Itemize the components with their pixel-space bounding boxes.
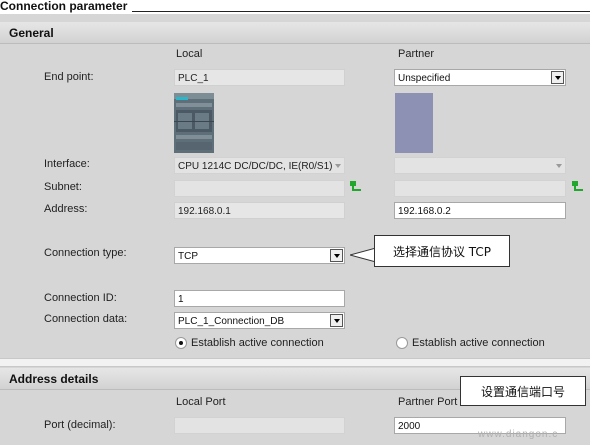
chevron-down-icon[interactable] (330, 249, 343, 262)
chevron-down-icon (556, 164, 562, 168)
column-header-partner: Partner (398, 48, 435, 60)
watermark-text: www.diangon.c (478, 429, 559, 440)
port-local-field (174, 417, 345, 434)
subnet-label: Subnet: (44, 181, 82, 193)
interface-local-dropdown[interactable]: CPU 1214C DC/DC/DC, IE(R0/S1) (174, 157, 345, 174)
end-point-local-field: PLC_1 (174, 69, 345, 86)
address-local-field: 192.168.0.1 (174, 202, 345, 219)
end-point-partner-dropdown[interactable]: Unspecified (394, 69, 566, 86)
end-point-label: End point: (44, 71, 94, 83)
column-header-local: Local (176, 48, 203, 60)
chevron-down-icon (335, 164, 341, 168)
active-connection-partner-label: Establish active connection (412, 337, 545, 349)
interface-label: Interface: (44, 158, 90, 170)
title-underline (132, 11, 590, 12)
interface-local-value: CPU 1214C DC/DC/DC, IE(R0/S1) (178, 161, 333, 172)
callout-pointer (348, 247, 377, 265)
address-partner-input[interactable]: 192.168.0.2 (394, 202, 566, 219)
port-label: Port (decimal): (44, 419, 116, 431)
connection-data-label: Connection data: (44, 313, 128, 325)
column-header-local-port: Local Port (176, 396, 226, 408)
section-divider (0, 358, 590, 367)
network-connect-icon[interactable] (572, 181, 586, 196)
connection-id-input[interactable]: 1 (174, 290, 345, 307)
active-connection-local-radio[interactable] (175, 337, 187, 349)
connection-data-dropdown[interactable]: PLC_1_Connection_DB (174, 312, 345, 329)
connection-type-value: TCP (178, 251, 198, 262)
connection-type-callout: 选择通信协议 TCP (374, 235, 510, 267)
active-connection-local-label: Establish active connection (191, 337, 324, 349)
port-callout: 设置通信端口号 (460, 376, 586, 406)
network-connect-icon[interactable] (350, 181, 364, 196)
subnet-partner-field (394, 180, 566, 197)
active-connection-partner-radio[interactable] (396, 337, 408, 349)
connection-id-label: Connection ID: (44, 292, 117, 304)
column-header-partner-port: Partner Port (398, 396, 458, 408)
end-point-partner-value: Unspecified (398, 73, 451, 84)
connection-type-label: Connection type: (44, 247, 127, 259)
address-label: Address: (44, 203, 88, 215)
connection-data-value: PLC_1_Connection_DB (178, 316, 285, 327)
subnet-local-field (174, 180, 345, 197)
partner-device-icon (395, 93, 433, 153)
chevron-down-icon[interactable] (330, 314, 343, 327)
chevron-down-icon[interactable] (551, 71, 564, 84)
section-header-general: General (0, 22, 590, 44)
plc-device-icon (174, 93, 214, 153)
interface-partner-dropdown[interactable] (394, 157, 566, 174)
page-title: Connection parameter (0, 0, 130, 13)
connection-type-dropdown[interactable]: TCP (174, 247, 345, 264)
